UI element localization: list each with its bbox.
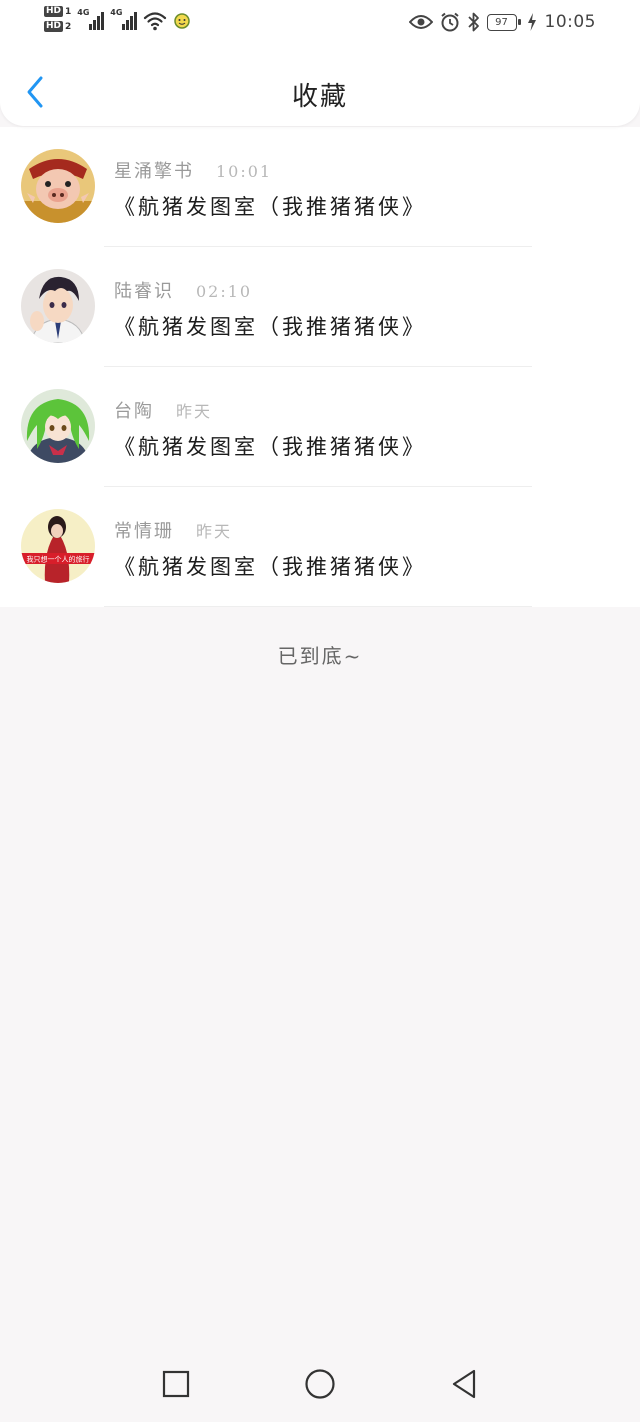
author-name: 陆睿识 — [114, 281, 174, 302]
hd-label: HD — [44, 6, 64, 17]
sim-number: 2 — [65, 21, 72, 32]
status-right: 97 10:05 — [408, 10, 597, 34]
item-title: 《航猪发图室（我推猪猪侠》 — [114, 555, 426, 579]
hd-label: HD — [44, 21, 64, 32]
item-meta: 台陶 昨天 — [114, 397, 212, 423]
girl-red-scarf-avatar-icon: 我只想一个人的旅行 — [21, 509, 95, 583]
notification-icon — [174, 13, 191, 29]
status-left: HD 1 HD 2 4G 4G — [44, 6, 191, 40]
item-title: 《航猪发图室（我推猪猪侠》 — [114, 195, 426, 219]
item-time: 昨天 — [196, 522, 233, 541]
circle-icon — [305, 1369, 335, 1399]
home-button[interactable] — [298, 1362, 342, 1406]
nav-back-button[interactable] — [442, 1362, 486, 1406]
square-icon — [162, 1370, 190, 1398]
avatar: 我只想一个人的旅行 — [21, 509, 95, 583]
end-of-list-text: 已到底~ — [277, 644, 363, 668]
item-meta: 陆睿识 02:10 — [114, 277, 252, 303]
list-item[interactable]: 我只想一个人的旅行 常情珊 昨天 《航猪发图室（我推猪猪侠》 — [0, 487, 640, 607]
battery-icon: 97 — [486, 13, 521, 31]
pig-character-avatar-icon — [21, 149, 95, 223]
title-bar: 收藏 — [0, 56, 640, 126]
item-title: 《航猪发图室（我推猪猪侠》 — [114, 435, 426, 459]
charging-icon — [527, 13, 536, 31]
divider — [104, 606, 532, 607]
network-type: 4G — [110, 8, 123, 17]
author-name: 星涌擎书 — [114, 161, 194, 182]
eye-icon — [408, 15, 433, 29]
sim2-badge: HD 2 — [44, 21, 71, 32]
header: HD 1 HD 2 4G 4G 97 10:05 收藏 — [0, 0, 640, 126]
list-item[interactable]: 星涌擎书 10:01 《航猪发图室（我推猪猪侠》 — [0, 127, 640, 247]
alarm-icon — [440, 12, 459, 32]
status-time: 10:05 — [544, 12, 596, 32]
sim1-badge: HD 1 — [44, 6, 71, 17]
item-meta: 星涌擎书 10:01 — [114, 157, 272, 183]
avatar — [21, 269, 95, 343]
network-type: 4G — [77, 8, 90, 17]
avatar — [21, 389, 95, 463]
bluetooth-icon — [467, 12, 479, 32]
avatar — [21, 149, 95, 223]
list-item[interactable]: 台陶 昨天 《航猪发图室（我推猪猪侠》 — [0, 367, 640, 487]
favorites-list: 星涌擎书 10:01 《航猪发图室（我推猪猪侠》 陆睿识 02:10 《航猪发图… — [0, 127, 640, 607]
item-meta: 常情珊 昨天 — [114, 517, 232, 543]
sim-indicators: HD 1 HD 2 — [44, 6, 71, 32]
battery-level: 97 — [495, 16, 508, 28]
signal-icon: 4G — [77, 6, 105, 30]
avatar-caption: 我只想一个人的旅行 — [27, 555, 90, 564]
green-hair-girl-avatar-icon — [21, 389, 95, 463]
recents-button[interactable] — [154, 1362, 198, 1406]
anime-boy-avatar-icon — [21, 269, 95, 343]
favorites-screen: HD 1 HD 2 4G 4G 97 10:05 收藏 星涌擎书 10:01 《… — [0, 0, 640, 1422]
list-item[interactable]: 陆睿识 02:10 《航猪发图室（我推猪猪侠》 — [0, 247, 640, 367]
signal-icon: 4G — [110, 6, 138, 30]
sim-number: 1 — [65, 6, 72, 17]
author-name: 台陶 — [114, 401, 154, 422]
triangle-back-icon — [452, 1369, 476, 1399]
page-title: 收藏 — [291, 82, 348, 112]
system-nav-bar — [0, 1346, 640, 1422]
item-time: 10:01 — [216, 162, 273, 181]
wifi-icon — [144, 12, 167, 31]
item-time: 昨天 — [176, 402, 213, 421]
item-title: 《航猪发图室（我推猪猪侠》 — [114, 315, 426, 339]
item-time: 02:10 — [196, 282, 253, 301]
status-bar: HD 1 HD 2 4G 4G 97 10:05 — [0, 0, 640, 44]
author-name: 常情珊 — [114, 521, 174, 542]
